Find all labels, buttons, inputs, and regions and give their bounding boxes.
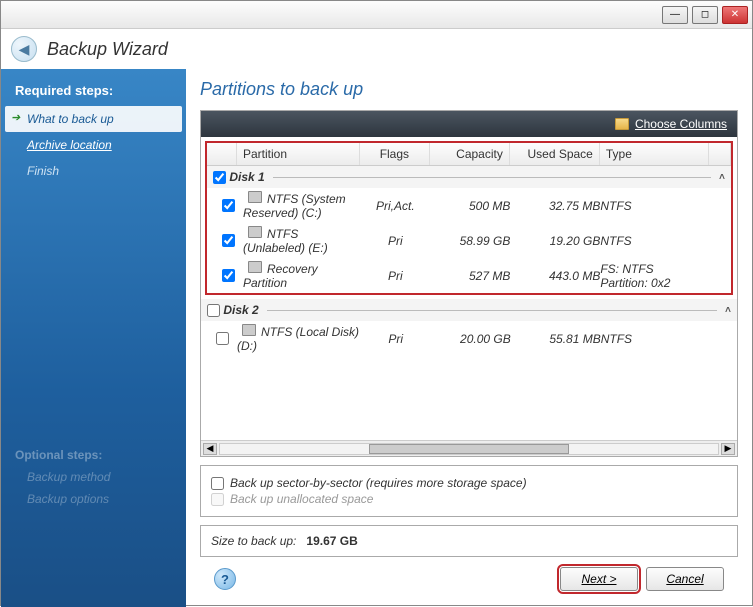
disk-checkbox[interactable] — [207, 304, 220, 317]
step-archive-location[interactable]: Archive location — [1, 132, 186, 158]
partition-type: NTFS — [601, 332, 709, 346]
col-capacity[interactable]: Capacity — [430, 143, 510, 165]
optional-step-1: Backup options — [1, 488, 186, 510]
col-used[interactable]: Used Space — [510, 143, 600, 165]
optional-step-0: Backup method — [1, 466, 186, 488]
scroll-track[interactable] — [219, 443, 719, 455]
panel-toolbar: Choose Columns — [201, 111, 737, 137]
scroll-left-icon[interactable]: ◀ — [203, 443, 217, 455]
minimize-button[interactable]: — — [662, 6, 688, 24]
partition-type: NTFS — [600, 199, 703, 213]
col-type[interactable]: Type — [600, 143, 709, 165]
close-button[interactable]: ✕ — [722, 6, 748, 24]
column-header-row: Partition Flags Capacity Used Space Type — [207, 143, 731, 166]
disk-name: Disk 1 — [229, 170, 264, 184]
partition-flags: Pri,Act. — [360, 199, 430, 213]
partition-used: 55.81 MB — [511, 332, 601, 346]
partition-checkbox[interactable] — [222, 269, 235, 282]
partition-grid: Partition Flags Capacity Used Space Type… — [201, 137, 737, 440]
help-icon[interactable]: ? — [214, 568, 236, 590]
options-box: Back up sector-by-sector (requires more … — [200, 465, 738, 517]
size-label: Size to back up: — [211, 534, 296, 548]
partition-checkbox[interactable] — [222, 234, 235, 247]
horizontal-scrollbar[interactable]: ◀ ▶ — [201, 440, 737, 456]
cancel-button[interactable]: Cancel — [646, 567, 724, 591]
partition-used: 19.20 GB — [510, 234, 600, 248]
disk-icon — [248, 226, 262, 238]
step-what-to-back-up[interactable]: What to back up — [5, 106, 182, 132]
next-button[interactable]: Next > — [560, 567, 638, 591]
partition-capacity: 58.99 GB — [430, 234, 510, 248]
col-flags[interactable]: Flags — [360, 143, 430, 165]
size-box: Size to back up: 19.67 GB — [200, 525, 738, 557]
sidebar: Required steps: What to back up Archive … — [1, 69, 186, 607]
collapse-icon[interactable]: ˄ — [719, 172, 725, 183]
option-unallocated: Back up unallocated space — [211, 492, 727, 506]
back-button[interactable]: ◀ — [11, 36, 37, 62]
sidebar-heading: Required steps: — [1, 79, 186, 106]
partition-type: FS: NTFS Partition: 0x2 — [600, 262, 703, 290]
choose-columns-link[interactable]: Choose Columns — [635, 117, 727, 131]
partition-used: 443.0 MB — [510, 269, 600, 283]
disk-row[interactable]: Disk 2 ˄ — [201, 299, 737, 321]
scroll-right-icon[interactable]: ▶ — [721, 443, 735, 455]
scroll-thumb[interactable] — [369, 444, 568, 454]
partition-capacity: 500 MB — [430, 199, 510, 213]
highlighted-disk-group: Partition Flags Capacity Used Space Type… — [205, 141, 733, 295]
disk-row[interactable]: Disk 1 ˄ — [207, 166, 731, 188]
option-sector-by-sector[interactable]: Back up sector-by-sector (requires more … — [211, 476, 727, 490]
sector-by-sector-checkbox[interactable] — [211, 477, 224, 490]
unallocated-checkbox — [211, 493, 224, 506]
partition-row[interactable]: NTFS (System Reserved) (C:) Pri,Act. 500… — [207, 188, 731, 223]
collapse-icon[interactable]: ˄ — [725, 305, 731, 316]
titlebar: — ◻ ✕ — [1, 1, 752, 29]
partition-row[interactable]: Recovery Partition Pri 527 MB 443.0 MB F… — [207, 258, 731, 293]
disk-name: Disk 2 — [223, 303, 258, 317]
disk-icon — [248, 261, 262, 273]
disk-icon — [248, 191, 262, 203]
step-finish: Finish — [1, 158, 186, 184]
choose-columns-icon — [615, 118, 629, 130]
maximize-button[interactable]: ◻ — [692, 6, 718, 24]
page-title: Partitions to back up — [200, 79, 738, 100]
partition-checkbox[interactable] — [216, 332, 229, 345]
partition-flags: Pri — [360, 234, 430, 248]
partition-type: NTFS — [600, 234, 703, 248]
col-partition[interactable]: Partition — [237, 143, 360, 165]
sidebar-optional-heading: Optional steps: — [1, 444, 186, 466]
partition-flags: Pri — [360, 269, 430, 283]
partition-used: 32.75 MB — [510, 199, 600, 213]
partition-capacity: 20.00 GB — [431, 332, 511, 346]
disk-icon — [242, 324, 256, 336]
header: ◀ Backup Wizard — [1, 29, 752, 69]
partition-flags: Pri — [361, 332, 431, 346]
partition-row[interactable]: NTFS (Unlabeled) (E:) Pri 58.99 GB 19.20… — [207, 223, 731, 258]
partition-capacity: 527 MB — [430, 269, 510, 283]
content: Partitions to back up Choose Columns Par… — [186, 69, 752, 607]
size-value: 19.67 GB — [306, 534, 357, 548]
window-title: Backup Wizard — [47, 39, 168, 60]
partition-panel: Choose Columns Partition Flags Capacity … — [200, 110, 738, 457]
disk-checkbox[interactable] — [213, 171, 226, 184]
partition-row[interactable]: NTFS (Local Disk) (D:) Pri 20.00 GB 55.8… — [201, 321, 737, 356]
back-arrow-icon: ◀ — [19, 41, 30, 58]
footer: ? Next > Cancel — [200, 557, 738, 597]
partition-checkbox[interactable] — [222, 199, 235, 212]
